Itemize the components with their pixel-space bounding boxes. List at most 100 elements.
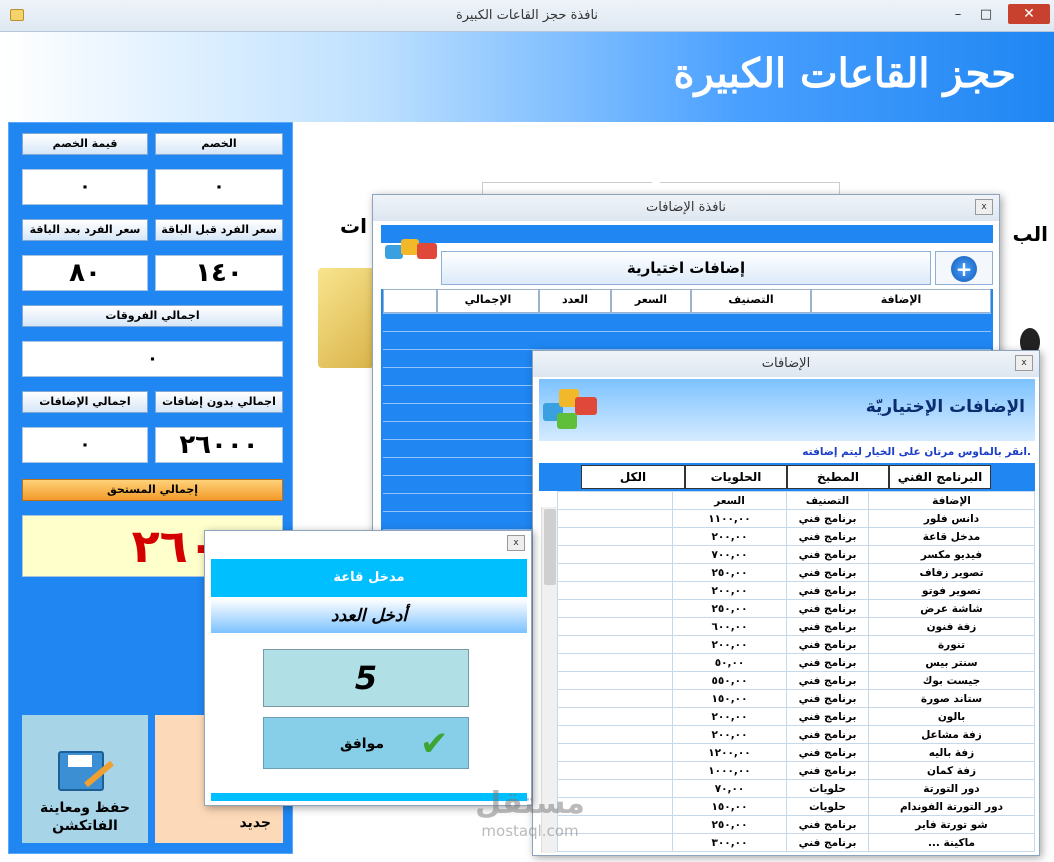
extras-table-row[interactable]: دور التورتة حلويات ٧٠,٠٠ xyxy=(557,779,1035,798)
extras-table-row[interactable]: سنتر بيس برنامج فني ٥٠,٠٠ xyxy=(557,653,1035,672)
price-after-field[interactable]: ٨٠ xyxy=(22,255,148,291)
extras-table-row[interactable]: دانس فلور برنامج فني ١١٠٠,٠٠ xyxy=(557,509,1035,528)
puzzle-icon xyxy=(385,237,441,267)
add-circle-button[interactable]: + xyxy=(935,251,993,285)
total-addons-button[interactable]: اجمالي الإضافات xyxy=(22,391,148,413)
extras-table-row[interactable]: ماكينة ... برنامج فني ٣٠٠,٠٠ xyxy=(557,833,1035,852)
row-spare xyxy=(557,581,673,600)
row-price: ٧٠٠,٠٠ xyxy=(672,545,787,564)
row-price: ٥٠,٠٠ xyxy=(672,653,787,672)
watermark: مستقل mostaql.com xyxy=(460,786,600,850)
row-price: ٢٥٠,٠٠ xyxy=(672,815,787,834)
save-preview-label: حفظ ومعاينة الفاتكشن xyxy=(39,800,131,834)
addons-close-button[interactable]: x xyxy=(975,199,993,215)
minimize-button[interactable]: – xyxy=(946,6,970,24)
quantity-dialog: x مدخل قاعة أدخل العدد 5 موافق ✔ xyxy=(204,530,532,806)
window-title: نافذة حجز القاعات الكبيرة xyxy=(455,8,599,23)
extras-table-row[interactable]: تصوير زفاف برنامج فني ٢٥٠,٠٠ xyxy=(557,563,1035,582)
col-count: العدد xyxy=(539,289,611,313)
discount-field[interactable]: ٠ xyxy=(155,169,283,205)
tab-kitchen[interactable]: المطبخ xyxy=(787,465,889,489)
row-price: ٧٠,٠٠ xyxy=(672,779,787,798)
row-addon: ماكينة ... xyxy=(868,833,1035,852)
price-after-button[interactable]: سعر الفرد بعد الباقة xyxy=(22,219,148,241)
row-category: حلويات xyxy=(786,797,869,816)
row-category: برنامج فني xyxy=(786,599,869,618)
row-price: ٢٠٠,٠٠ xyxy=(672,707,787,726)
quantity-close-button[interactable]: x xyxy=(507,535,525,551)
extras-table-row[interactable]: زفة فنون برنامج فني ٦٠٠,٠٠ xyxy=(557,617,1035,636)
row-spare xyxy=(557,743,673,762)
row-category: برنامج فني xyxy=(786,761,869,780)
row-price: ١٠٠٠,٠٠ xyxy=(672,761,787,780)
total-due-button[interactable]: إجمالي المستحق xyxy=(22,479,283,501)
row-addon: تصوير زفاف xyxy=(868,563,1035,582)
extras-table-row[interactable]: شاشة عرض برنامج فني ٢٥٠,٠٠ xyxy=(557,599,1035,618)
addons-window-title: نافذة الإضافات xyxy=(373,195,999,221)
col-addon: الإضافة xyxy=(811,289,991,313)
row-price: ٥٥٠,٠٠ xyxy=(672,671,787,690)
row-addon: فيديو مكسر xyxy=(868,545,1035,564)
row-price: ١٢٠٠,٠٠ xyxy=(672,743,787,762)
quantity-input[interactable]: 5 xyxy=(263,649,469,707)
ok-label: موافق xyxy=(340,736,385,752)
price-before-field[interactable]: ١٤٠ xyxy=(155,255,283,291)
tab-sweets[interactable]: الحلويات xyxy=(685,465,787,489)
col-empty xyxy=(383,289,437,313)
extras-window-title: الإضافات xyxy=(533,351,1039,377)
col-addon: الإضافة xyxy=(868,491,1035,510)
extras-table-row[interactable]: فيديو مكسر برنامج فني ٧٠٠,٠٠ xyxy=(557,545,1035,564)
extras-table-row[interactable]: جيست بوك برنامج فني ٥٥٠,٠٠ xyxy=(557,671,1035,690)
extras-table-row[interactable]: مدخل قاعة برنامج فني ٢٠٠,٠٠ xyxy=(557,527,1035,546)
ok-button[interactable]: موافق ✔ xyxy=(263,717,469,769)
total-no-addons-field[interactable]: ٢٦٠٠٠ xyxy=(155,427,283,463)
extras-body: انقر بالماوس مرتان على الخيار ليتم إضافت… xyxy=(539,441,1035,853)
discount-value-button[interactable]: قيمة الخصم xyxy=(22,133,148,155)
differences-button[interactable]: اجمالي الفروقات xyxy=(22,305,283,327)
watermark-brand: مستقل xyxy=(475,786,585,821)
discount-value-field[interactable]: ٠ xyxy=(22,169,148,205)
extras-close-button[interactable]: x xyxy=(1015,355,1033,371)
row-category: برنامج فني xyxy=(786,689,869,708)
total-no-addons-button[interactable]: اجمالي بدون إضافات xyxy=(155,391,283,413)
row-addon: شاشة عرض xyxy=(868,599,1035,618)
price-before-button[interactable]: سعر الفرد قبل الباقة xyxy=(155,219,283,241)
extras-table-row[interactable]: زفة كمان برنامج فني ١٠٠٠,٠٠ xyxy=(557,761,1035,780)
tab-all[interactable]: الكل xyxy=(581,465,685,489)
row-category: برنامج فني xyxy=(786,581,869,600)
row-price: ٢٠٠,٠٠ xyxy=(672,581,787,600)
row-spare xyxy=(557,671,673,690)
row-category: برنامج فني xyxy=(786,563,869,582)
extras-table-row[interactable]: زفة مشاعل برنامج فني ٢٠٠,٠٠ xyxy=(557,725,1035,744)
extras-table-row[interactable]: تصوير فوتو برنامج فني ٢٠٠,٠٠ xyxy=(557,581,1035,600)
extras-table-row[interactable]: شو تورتة فاير برنامج فني ٢٥٠,٠٠ xyxy=(557,815,1035,834)
extras-table-row[interactable]: دور التورتة الفوندام حلويات ١٥٠,٠٠ xyxy=(557,797,1035,816)
extras-table-row[interactable]: زفة باليه برنامج فني ١٢٠٠,٠٠ xyxy=(557,743,1035,762)
extras-table-row[interactable]: ستاند صورة برنامج فني ١٥٠,٠٠ xyxy=(557,689,1035,708)
addons-table-header: الإضافة التصنيف السعر العدد الإجمالي xyxy=(383,289,991,313)
col-category: التصنيف xyxy=(786,491,869,510)
extras-list: الإضافة التصنيف السعر دانس فلور برنامج فن… xyxy=(539,491,1035,853)
main-titlebar: نافذة حجز القاعات الكبيرة – □ ✕ xyxy=(0,0,1054,32)
close-button[interactable]: ✕ xyxy=(1008,4,1050,24)
save-preview-button[interactable]: حفظ ومعاينة الفاتكشن xyxy=(22,715,148,843)
bg-partial-text: ات xyxy=(340,214,367,238)
differences-field[interactable]: ٠ xyxy=(22,341,283,377)
extras-table-row[interactable]: تنورة برنامج فني ٢٠٠,٠٠ xyxy=(557,635,1035,654)
total-addons-field[interactable]: ٠ xyxy=(22,427,148,463)
row-spare xyxy=(557,545,673,564)
tab-art-program[interactable]: البرنامج الفني xyxy=(889,465,991,489)
row-price: ٢٥٠,٠٠ xyxy=(672,563,787,582)
quantity-header: مدخل قاعة xyxy=(211,559,527,597)
scrollbar-thumb[interactable] xyxy=(544,509,556,585)
col-spare xyxy=(557,491,673,510)
row-category: برنامج فني xyxy=(786,617,869,636)
maximize-button[interactable]: □ xyxy=(974,6,998,24)
quantity-dialog-titlebar xyxy=(205,531,531,557)
row-addon: ستاند صورة xyxy=(868,689,1035,708)
extras-table-row[interactable]: بالون برنامج فني ٢٠٠,٠٠ xyxy=(557,707,1035,726)
row-spare xyxy=(557,617,673,636)
discount-button[interactable]: الخصم xyxy=(155,133,283,155)
row-spare xyxy=(557,707,673,726)
row-price: ٣٠٠,٠٠ xyxy=(672,833,787,852)
